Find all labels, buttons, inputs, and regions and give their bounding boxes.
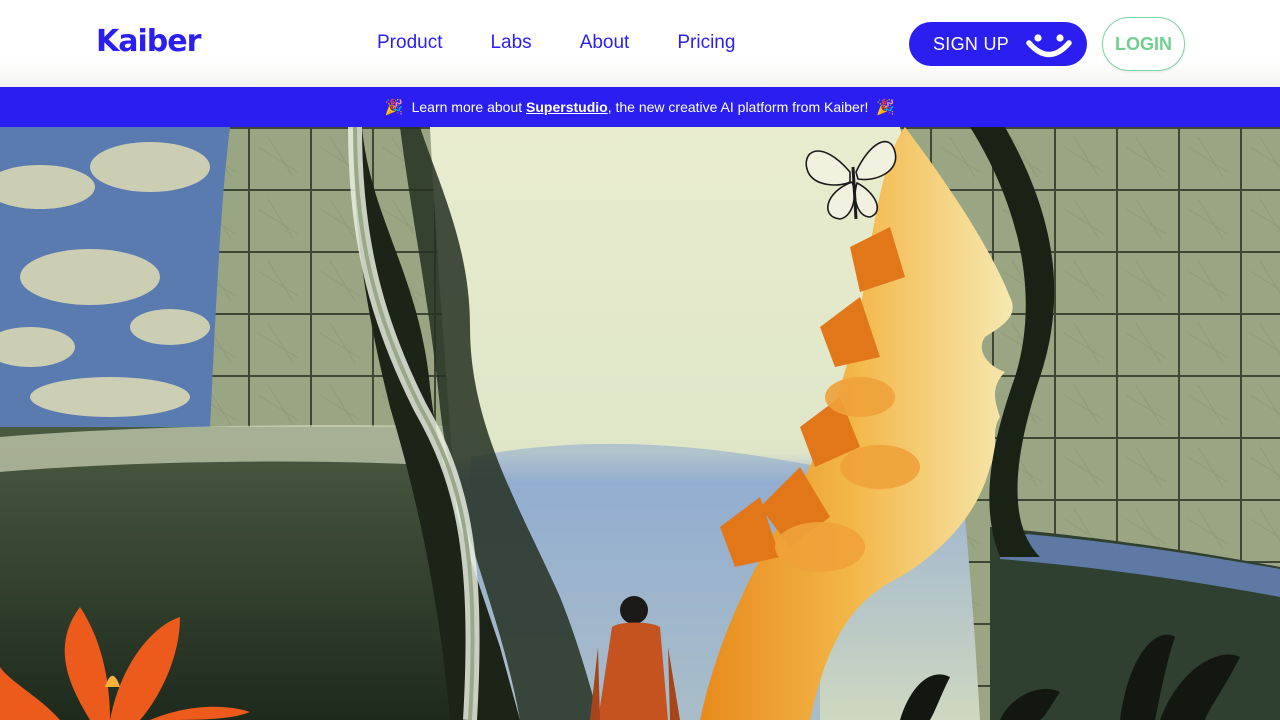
banner-prefix-text: Learn more about [411,99,523,115]
top-navigation-bar: Kaiber Product Labs About Pricing SIGN U… [0,0,1280,87]
smiley-icon [1026,34,1072,58]
nav-link-about[interactable]: About [580,30,630,56]
landing-page: Kaiber Product Labs About Pricing SIGN U… [0,0,1280,720]
nav-link-pricing[interactable]: Pricing [677,30,735,56]
party-popper-icon: 🎉 [876,99,896,116]
party-popper-icon: 🎉 [384,99,404,116]
sign-up-label: SIGN UP [933,33,1010,54]
banner-suffix-text: , the new creative AI platform from Kaib… [607,99,869,115]
hero-collage-illustration [0,127,1280,720]
hero-artwork [0,127,1280,720]
kaiber-logo[interactable]: Kaiber [96,24,201,60]
nav-link-product[interactable]: Product [377,30,442,56]
login-button[interactable]: LOGIN [1102,17,1185,71]
sign-up-button[interactable]: SIGN UP [909,22,1087,66]
nav-link-labs[interactable]: Labs [490,30,531,56]
main-nav: Product Labs About Pricing [377,30,735,56]
superstudio-link[interactable]: Superstudio [526,99,608,115]
login-label: LOGIN [1115,33,1172,54]
announcement-banner: 🎉 Learn more about Superstudio, the new … [0,87,1280,127]
